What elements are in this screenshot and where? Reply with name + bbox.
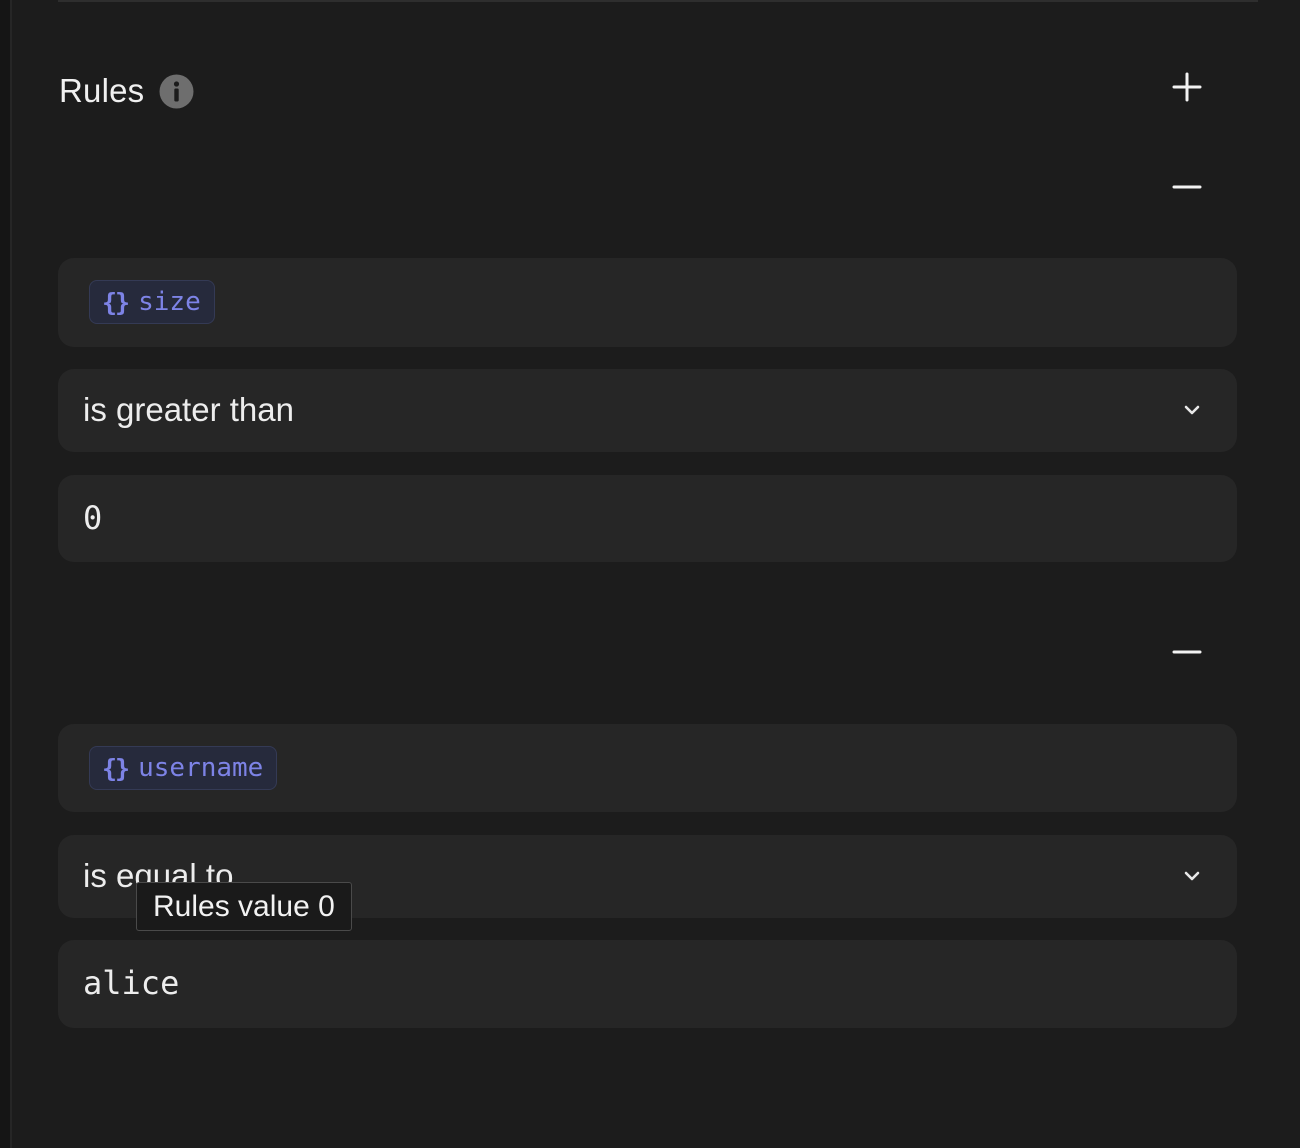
info-icon[interactable] <box>159 74 194 109</box>
braces-icon: {} <box>102 287 130 317</box>
tooltip: Rules value 0 <box>136 882 352 931</box>
operator-value: is greater than <box>83 391 294 428</box>
rule-operator-select[interactable]: is greater than <box>58 369 1237 452</box>
chevron-down-icon <box>1181 399 1203 421</box>
value-text: 0 <box>83 499 103 537</box>
chevron-down-icon <box>1181 865 1203 887</box>
add-rule-button[interactable] <box>1163 65 1211 113</box>
variable-chip[interactable]: {} username <box>89 746 278 790</box>
left-panel-border <box>0 0 12 1148</box>
variable-name: size <box>138 287 201 317</box>
rules-header: Rules <box>58 64 1237 116</box>
plus-icon <box>1172 72 1202 107</box>
variable-chip[interactable]: {} size <box>89 280 215 324</box>
remove-rule-button[interactable] <box>1163 165 1211 213</box>
braces-icon: {} <box>102 753 130 783</box>
value-text: alice <box>83 964 180 1002</box>
rules-panel: Rules {} size is greater than 0 {} usern… <box>58 0 1237 1148</box>
rule-value-input[interactable]: alice <box>58 940 1237 1028</box>
rule-variable-field[interactable]: {} size <box>58 258 1237 347</box>
remove-rule-button[interactable] <box>1163 630 1211 678</box>
minus-icon <box>1172 637 1202 672</box>
variable-name: username <box>138 753 264 783</box>
minus-icon <box>1172 172 1202 207</box>
rule-value-input[interactable]: 0 <box>58 475 1237 562</box>
rules-title: Rules <box>59 72 145 109</box>
rule-variable-field[interactable]: {} username <box>58 724 1237 812</box>
